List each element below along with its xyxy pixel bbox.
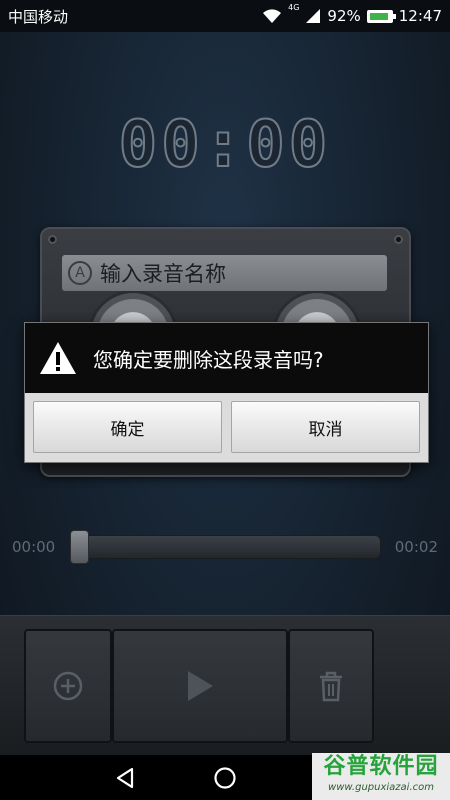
dialog-header: 您确定要删除这段录音吗?	[25, 323, 428, 393]
home-button[interactable]	[210, 763, 240, 793]
wifi-icon	[263, 9, 282, 23]
text-input-icon: A	[68, 261, 92, 285]
elapsed-time: 00:00	[12, 538, 56, 556]
trash-icon	[320, 671, 342, 702]
clock: 12:47	[398, 7, 442, 25]
screw-icon	[394, 235, 403, 244]
site-watermark: 谷普软件园 www.gupuxiazai.com	[312, 753, 450, 800]
recording-timer: 00:00	[118, 107, 332, 183]
cancel-button[interactable]: 取消	[231, 401, 420, 453]
back-button[interactable]	[110, 763, 140, 793]
delete-button[interactable]	[288, 629, 374, 743]
dialog-message: 您确定要删除这段录音吗?	[93, 347, 324, 372]
screw-icon	[48, 235, 57, 244]
battery-fill	[369, 12, 388, 20]
watermark-url: www.gupuxiazai.com	[328, 782, 434, 793]
play-icon	[188, 671, 213, 701]
status-icons: 4G 92% 12:47	[262, 3, 442, 27]
back-icon	[116, 767, 134, 789]
add-button[interactable]	[24, 629, 112, 743]
signal-icon	[306, 9, 321, 23]
play-button[interactable]	[112, 629, 288, 743]
home-icon	[214, 767, 236, 789]
status-bar: 中国移动 4G 92% 12:47	[0, 0, 450, 32]
network-type: 4G	[288, 3, 300, 12]
delete-confirm-dialog: 您确定要删除这段录音吗? 确定 取消	[24, 322, 429, 463]
warning-icon	[40, 342, 76, 374]
carrier-name: 中国移动	[8, 8, 69, 26]
plus-circle-icon	[53, 671, 83, 701]
progress-track[interactable]	[70, 535, 381, 559]
recording-name-input[interactable]: A 输入录音名称	[62, 255, 387, 291]
progress-thumb[interactable]	[70, 530, 89, 564]
watermark-title: 谷普软件园	[323, 754, 439, 779]
battery-percent: 92%	[327, 7, 361, 25]
recording-name-placeholder: 输入录音名称	[100, 262, 226, 286]
total-duration: 00:02	[394, 538, 438, 556]
confirm-button[interactable]: 确定	[33, 401, 222, 453]
battery-icon	[366, 9, 396, 23]
dialog-buttons: 确定 取消	[25, 393, 428, 462]
